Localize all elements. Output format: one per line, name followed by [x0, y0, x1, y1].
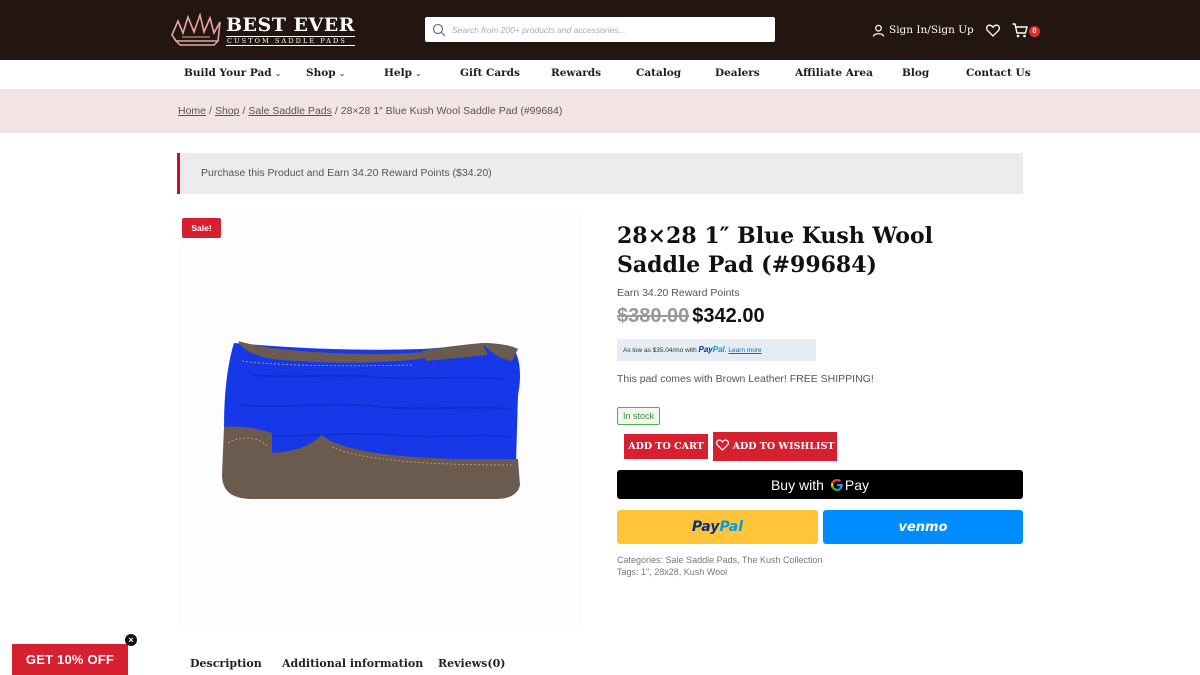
nav-gift-cards[interactable]: Gift Cards — [460, 60, 520, 89]
gpay-brand: Pay — [844, 476, 870, 493]
reward-notice-text: Purchase this Product and Earn 34.20 Rew… — [201, 167, 492, 179]
brand-name: BEST EVER — [226, 13, 356, 36]
breadcrumb-separator: / — [242, 105, 246, 117]
crown-logo-icon — [171, 13, 221, 46]
wishlist-heart-icon[interactable] — [985, 24, 1000, 37]
breadcrumb-category[interactable]: Sale Saddle Pads — [248, 105, 331, 117]
nav-shop[interactable]: Shop ⌄ — [306, 60, 345, 89]
nav-catalog[interactable]: Catalog — [636, 60, 681, 89]
chevron-down-icon: ⌄ — [414, 69, 422, 78]
discount-promo-button[interactable]: GET 10% OFF — [12, 644, 128, 675]
sign-in-link[interactable]: Sign In/Sign Up — [872, 24, 974, 37]
breadcrumb: Home / Shop / Sale Saddle Pads/28×28 1″ Blue… — [178, 105, 562, 117]
tab-additional-information[interactable]: Additional information — [282, 657, 423, 670]
site-header: BEST EVER CUSTOM SADDLE PADS Sign In/Sig… — [0, 0, 1200, 60]
chevron-down-icon: ⌄ — [338, 69, 346, 78]
tags-label: Tags: — [617, 567, 639, 577]
paypal-button-pal: Pal — [719, 519, 744, 535]
breadcrumb-bar: Home / Shop / Sale Saddle Pads/28×28 1″ Blue… — [0, 89, 1200, 133]
nav-build-your-pad[interactable]: Build Your Pad ⌄ — [184, 60, 281, 89]
nav-label: Help — [384, 67, 412, 79]
search-bar — [425, 17, 775, 42]
short-description: This pad comes with Brown Leather! FREE … — [617, 373, 874, 385]
categories-links[interactable]: Sale Saddle Pads, The Kush Collection — [666, 555, 823, 565]
breadcrumb-separator: / — [209, 105, 212, 117]
cart-button[interactable]: 0 — [1012, 22, 1040, 38]
sign-in-label: Sign In/Sign Up — [889, 24, 974, 36]
cart-count-badge: 0 — [1028, 25, 1040, 37]
nav-contact-us[interactable]: Contact Us — [966, 60, 1031, 89]
nav-rewards[interactable]: Rewards — [551, 60, 601, 89]
google-pay-button[interactable]: Buy with Pay — [617, 470, 1023, 499]
breadcrumb-separator: / — [334, 105, 338, 117]
venmo-button[interactable]: venmo — [823, 510, 1023, 544]
breadcrumb-shop[interactable]: Shop — [215, 105, 240, 117]
paypal-msg-text: As low as $35.04/mo with — [623, 347, 697, 354]
nav-blog[interactable]: Blog — [902, 60, 929, 89]
cart-icon — [1012, 22, 1028, 37]
paypal-logo-pay: Pay — [698, 345, 713, 354]
heart-icon — [715, 439, 729, 451]
nav-label: Build Your Pad — [184, 67, 272, 79]
paypal-logo: PayPal — [699, 345, 725, 354]
sale-price: $342.00 — [692, 305, 765, 327]
brand-tagline: CUSTOM SADDLE PADS — [226, 35, 356, 46]
paypal-pay-later-message: As low as $35.04/mo with PayPal. Learn m… — [617, 339, 816, 361]
paypal-logo-pal: Pal — [712, 345, 725, 354]
gpay-label: Buy with — [770, 476, 824, 493]
main-nav: Build Your Pad ⌄ Shop ⌄ Help ⌄ Gift Cards R… — [0, 60, 1200, 89]
close-icon[interactable]: × — [125, 634, 137, 646]
user-icon — [872, 24, 885, 37]
breadcrumb-current: 28×28 1″ Blue Kush Wool Saddle Pad (#996… — [340, 105, 563, 117]
paypal-learn-more-link[interactable]: Learn more — [728, 347, 761, 354]
earn-points-text: Earn 34.20 Reward Points — [617, 287, 740, 299]
nav-help[interactable]: Help ⌄ — [384, 60, 422, 89]
paypal-button[interactable]: Pay Pal — [617, 510, 818, 544]
product-title: 28×28 1″ Blue Kush Wool Saddle Pad (#996… — [617, 223, 934, 278]
add-to-cart-button[interactable]: ADD TO CART — [624, 434, 708, 459]
stock-status: In stock — [617, 407, 661, 425]
reward-points-notice: Purchase this Product and Earn 34.20 Rew… — [177, 153, 1023, 194]
paypal-button-pay: Pay — [691, 519, 720, 535]
google-g-icon — [830, 478, 843, 491]
nav-label: Shop — [306, 67, 336, 79]
nav-affiliate-area[interactable]: Affiliate Area — [795, 60, 873, 89]
nav-dealers[interactable]: Dealers — [715, 60, 760, 89]
product-meta: Categories: Sale Saddle Pads, The Kush C… — [617, 554, 822, 578]
search-icon[interactable] — [432, 23, 446, 37]
categories-label: Categories: — [617, 555, 664, 565]
chevron-down-icon: ⌄ — [274, 69, 282, 78]
tags-links[interactable]: 1", 28x28, Kush Wool — [641, 567, 727, 577]
search-input[interactable] — [452, 24, 752, 35]
add-to-wishlist-button[interactable]: ADD TO WISHLIST — [713, 432, 837, 461]
wishlist-label: ADD TO WISHLIST — [732, 441, 835, 452]
price: $380.00 $342.00 — [617, 305, 765, 328]
tab-description[interactable]: Description — [190, 657, 262, 670]
tab-reviews[interactable]: Reviews(0) — [438, 657, 505, 670]
sale-badge: Sale! — [182, 218, 221, 238]
brand-logo[interactable]: BEST EVER CUSTOM SADDLE PADS — [170, 12, 356, 48]
breadcrumb-home[interactable]: Home — [178, 105, 206, 117]
original-price: $380.00 — [617, 305, 690, 327]
saddle-pad-image[interactable] — [212, 335, 530, 505]
